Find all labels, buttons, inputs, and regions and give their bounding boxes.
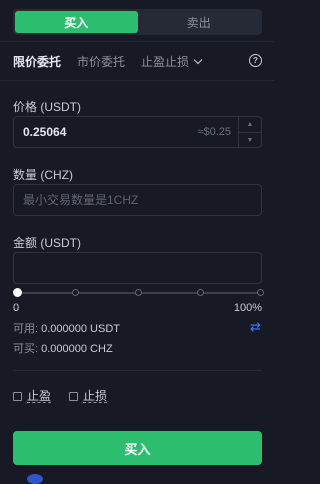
price-decrement-button[interactable]: ▼ [239, 133, 261, 148]
divider [0, 41, 274, 42]
slider-stop-50[interactable] [134, 289, 142, 296]
can-buy: 可买: 0.000000 CHZ [13, 340, 113, 356]
sell-tab[interactable]: 卖出 [138, 11, 261, 33]
price-field: ≈$0.25 ▲ ▼ [13, 116, 262, 148]
stop-loss-option[interactable]: 止损 [69, 389, 108, 403]
partial-icon [27, 474, 43, 484]
stop-loss-checkbox[interactable] [69, 392, 78, 401]
buy-submit-button[interactable]: 买入 [13, 431, 262, 465]
slider-max-label: 100% [233, 302, 262, 314]
order-type-tabs: 限价委托 市价委托 止盈止损 ? [13, 53, 262, 69]
slider-stop-25[interactable] [72, 289, 80, 296]
can-buy-label: 可买: [13, 343, 39, 355]
percent-slider[interactable] [13, 287, 264, 299]
slider-stop-100[interactable] [256, 289, 264, 296]
buy-tab[interactable]: 买入 [15, 11, 138, 33]
available-balance: 可用: 0.000000 USDT [13, 320, 120, 336]
amount-label: 金额 (USDT) [13, 236, 81, 250]
tab-limit-order[interactable]: 限价委托 [13, 53, 61, 70]
quantity-label: 数量 (CHZ) [13, 168, 73, 182]
help-circle-icon[interactable]: ? [249, 54, 262, 67]
available-label: 可用: [13, 323, 39, 335]
swap-arrows-icon[interactable]: ⇄ [250, 319, 261, 335]
slider-stop-75[interactable] [196, 289, 204, 296]
available-value: 0.000000 USDT [41, 323, 121, 335]
amount-input[interactable] [14, 253, 184, 283]
price-stepper: ▲ ▼ [238, 117, 261, 147]
take-profit-label: 止盈 [27, 389, 52, 403]
price-input[interactable] [14, 117, 184, 147]
price-approx-usd: ≈$0.25 [197, 126, 231, 138]
take-profit-checkbox[interactable] [13, 392, 22, 401]
divider [0, 80, 274, 81]
amount-field [13, 252, 262, 284]
tab-market-order[interactable]: 市价委托 [77, 53, 125, 70]
divider [13, 370, 262, 371]
can-buy-value: 0.000000 CHZ [41, 343, 113, 355]
take-profit-option[interactable]: 止盈 [13, 389, 52, 403]
stop-loss-label: 止损 [83, 389, 108, 403]
quantity-input[interactable] [14, 185, 184, 215]
tab-tp-sl[interactable]: 止盈止损 [141, 53, 203, 70]
slider-handle[interactable] [13, 288, 22, 297]
price-label: 价格 (USDT) [13, 100, 81, 114]
chevron-down-icon [193, 55, 203, 64]
buy-sell-toggle: 买入 卖出 [13, 9, 262, 35]
slider-min-label: 0 [13, 302, 20, 314]
price-increment-button[interactable]: ▲ [239, 117, 261, 133]
quantity-field [13, 184, 262, 216]
tab-tp-sl-label: 止盈止损 [141, 54, 190, 69]
